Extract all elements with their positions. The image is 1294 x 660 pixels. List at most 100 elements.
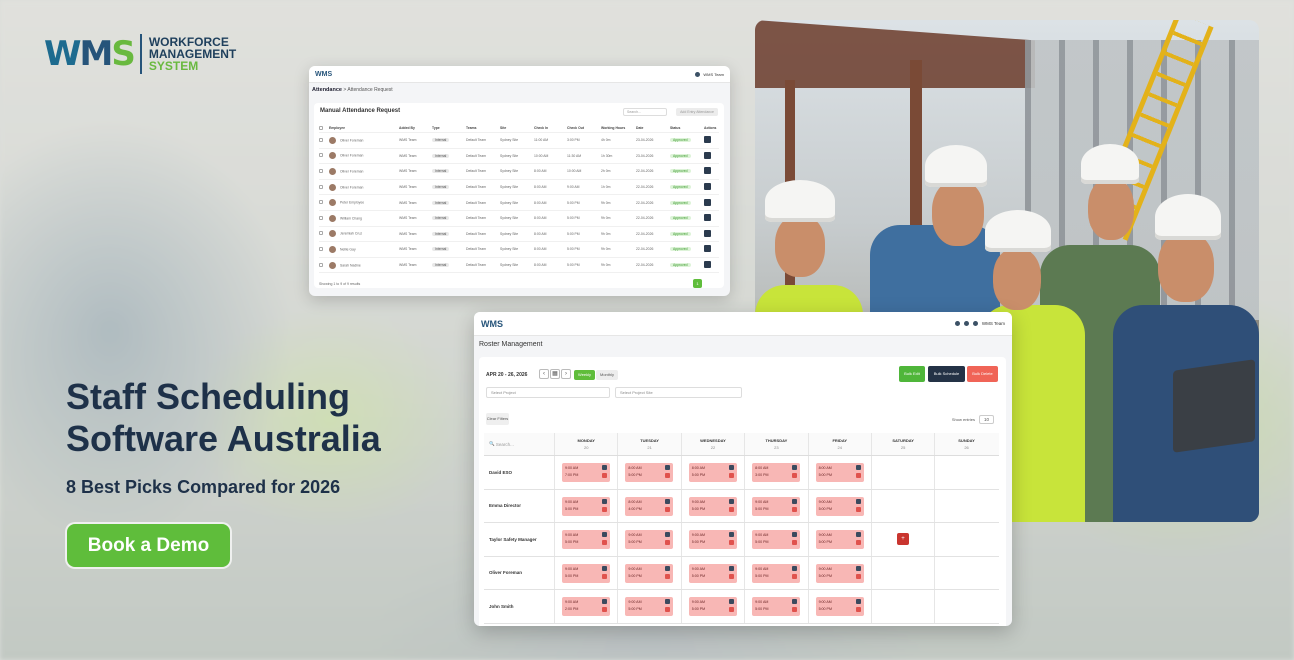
delete-icon[interactable] — [602, 573, 607, 579]
edit-icon[interactable] — [792, 498, 798, 504]
day-cell[interactable]: 9:00 AM 5:00 PM — [744, 556, 807, 589]
day-cell[interactable]: 9:00 AM 5:00 PM — [680, 556, 744, 589]
delete-icon[interactable] — [728, 607, 734, 612]
delete-icon[interactable] — [855, 573, 861, 579]
row-checkbox[interactable] — [319, 184, 323, 189]
edit-icon[interactable] — [665, 498, 671, 504]
bulk-schedule-button[interactable]: Bulk Schedule — [928, 366, 965, 382]
shift-block[interactable]: 8:00 AM 3:00 PM — [752, 463, 801, 482]
day-cell[interactable]: 9:00 AM 5:00 PM — [807, 489, 871, 522]
day-cell[interactable]: 9:00 AM 5:00 PM — [680, 590, 744, 623]
shift-block[interactable]: 9:00 AM 5:00 PM — [625, 563, 674, 583]
delete-icon[interactable] — [728, 473, 734, 478]
edit-icon[interactable] — [855, 532, 861, 537]
edit-icon[interactable] — [855, 599, 861, 604]
day-cell[interactable]: 9:00 AM 5:00 PM — [554, 489, 617, 522]
shift-block[interactable]: 9:00 AM 5:00 PM — [625, 530, 674, 549]
day-cell[interactable]: 9:00 AM 5:00 PM — [807, 590, 871, 623]
day-cell[interactable]: 9:00 AM 5:00 PM — [807, 523, 871, 556]
delete-icon[interactable] — [728, 506, 734, 512]
bulk-delete-button[interactable]: Bulk Delete — [967, 366, 998, 382]
day-cell[interactable] — [870, 456, 934, 489]
shift-block[interactable]: 9:00 AM 5:00 PM — [562, 530, 610, 549]
shift-block[interactable]: 9:00 AM 5:00 PM — [815, 496, 864, 516]
day-cell[interactable] — [934, 590, 997, 623]
delete-icon[interactable] — [665, 540, 671, 545]
shift-block[interactable]: 9:00 AM 2:00 PM — [562, 597, 610, 616]
day-cell[interactable] — [870, 590, 934, 623]
edit-icon[interactable] — [665, 465, 671, 470]
attendance-user-menu[interactable]: WMS Team — [695, 71, 724, 77]
day-cell[interactable] — [934, 523, 997, 556]
edit-icon[interactable] — [602, 565, 607, 571]
clear-filters-button[interactable]: Clear Filters — [486, 413, 509, 425]
edit-icon[interactable] — [728, 465, 734, 470]
delete-icon[interactable] — [665, 573, 671, 579]
page-button[interactable]: 1 — [693, 279, 702, 288]
delete-icon[interactable] — [855, 506, 861, 512]
shift-block[interactable]: 9:00 AM 5:00 PM — [752, 496, 801, 516]
row-checkbox[interactable] — [319, 137, 323, 142]
edit-icon[interactable] — [704, 245, 711, 253]
delete-icon[interactable] — [665, 473, 671, 478]
add-attendance-button[interactable]: Add Entry Attendance — [676, 108, 718, 116]
row-checkbox[interactable] — [319, 262, 323, 267]
edit-icon[interactable] — [704, 229, 711, 237]
edit-icon[interactable] — [792, 565, 798, 571]
calendar-icon[interactable]: ▦ — [550, 369, 560, 379]
day-cell[interactable]: 9:00 AM 5:00 PM — [807, 556, 871, 589]
edit-icon[interactable] — [728, 599, 734, 604]
edit-icon[interactable] — [704, 261, 711, 269]
bell-icon[interactable] — [963, 321, 969, 326]
shift-block[interactable]: 9:00 AM 5:00 PM — [562, 496, 610, 516]
project-select[interactable]: Select Project — [486, 387, 610, 398]
edit-icon[interactable] — [728, 532, 734, 537]
day-cell[interactable]: 9:00 AM 5:00 PM — [744, 523, 807, 556]
delete-icon[interactable] — [792, 473, 798, 478]
day-cell[interactable]: 9:00 AM 5:00 PM — [680, 489, 744, 522]
delete-icon[interactable] — [792, 607, 798, 612]
monthly-toggle[interactable]: Monthly — [596, 370, 619, 380]
edit-icon[interactable] — [704, 183, 711, 191]
edit-icon[interactable] — [602, 465, 607, 470]
edit-icon[interactable] — [704, 151, 711, 159]
edit-icon[interactable] — [602, 498, 607, 504]
day-cell[interactable]: 9:00 AM 5:00 PM — [680, 523, 744, 556]
delete-icon[interactable] — [728, 540, 734, 545]
edit-icon[interactable] — [665, 599, 671, 604]
row-checkbox[interactable] — [319, 231, 323, 236]
delete-icon[interactable] — [665, 607, 671, 612]
book-demo-button[interactable]: Book a Demo — [67, 524, 230, 567]
edit-icon[interactable] — [665, 532, 671, 537]
day-cell[interactable] — [870, 489, 934, 522]
shift-block[interactable]: 8:00 AM 5:00 PM — [688, 463, 737, 482]
delete-icon[interactable] — [855, 473, 861, 478]
edit-icon[interactable] — [728, 498, 734, 504]
breadcrumb-main[interactable]: Attendance — [312, 87, 342, 93]
shift-block[interactable]: 8:00 AM 5:00 PM — [815, 463, 864, 482]
shift-block[interactable]: 9:00 AM 5:00 PM — [625, 597, 674, 616]
shift-block[interactable]: 9:00 AM 5:00 PM — [562, 563, 610, 583]
edit-icon[interactable] — [792, 532, 798, 537]
day-cell[interactable]: + — [870, 523, 934, 556]
delete-icon[interactable] — [792, 506, 798, 512]
day-cell[interactable]: 9:00 AM 7:00 PM — [554, 456, 617, 489]
chat-icon[interactable] — [954, 321, 960, 326]
delete-icon[interactable] — [855, 540, 861, 545]
day-cell[interactable]: 8:00 AM 5:00 PM — [680, 456, 744, 489]
edit-icon[interactable] — [704, 214, 711, 222]
day-cell[interactable]: 9:00 AM 5:00 PM — [744, 489, 807, 522]
day-cell[interactable] — [870, 556, 934, 589]
day-cell[interactable] — [934, 556, 997, 589]
edit-icon[interactable] — [728, 565, 734, 571]
shift-block[interactable]: 9:00 AM 5:00 PM — [752, 530, 801, 549]
edit-icon[interactable] — [792, 465, 798, 470]
row-checkbox[interactable] — [319, 200, 323, 205]
edit-icon[interactable] — [855, 498, 861, 504]
shift-block[interactable]: 9:00 AM 5:00 PM — [688, 496, 737, 516]
delete-icon[interactable] — [728, 573, 734, 579]
shift-block[interactable]: 9:00 AM 5:00 PM — [688, 563, 737, 583]
edit-icon[interactable] — [704, 136, 711, 144]
shift-block[interactable]: 8:00 AM 5:00 PM — [625, 463, 674, 482]
day-cell[interactable]: 9:00 AM 5:00 PM — [617, 556, 680, 589]
